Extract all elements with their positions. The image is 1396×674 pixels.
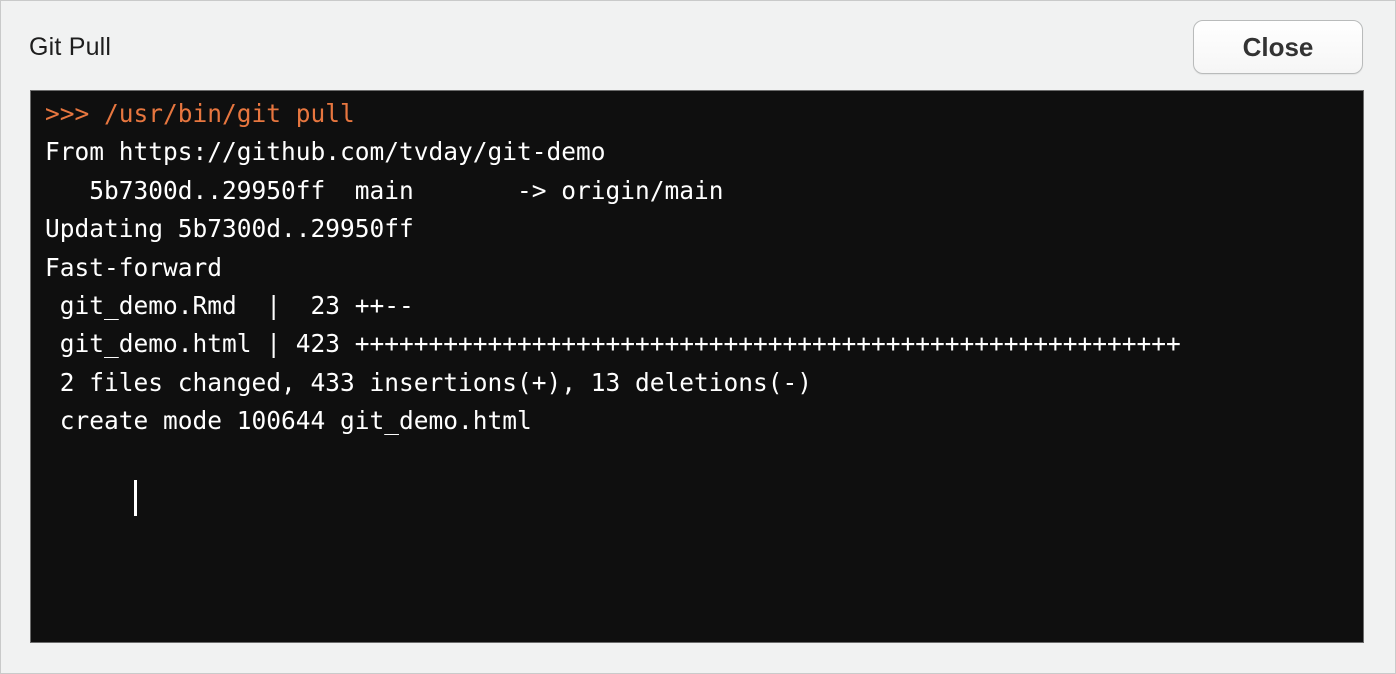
output-line-create-mode: create mode 100644 git_demo.html [45, 406, 532, 436]
command-line: >>> /usr/bin/git pull [45, 99, 355, 128]
console-output[interactable]: >>> /usr/bin/git pull From https://githu… [30, 90, 1364, 643]
output-line-summary: 2 files changed, 433 insertions(+), 13 d… [45, 367, 813, 397]
output-line-ref-update: 5b7300d..29950ff main -> origin/main [45, 175, 724, 205]
dialog-title: Git Pull [29, 33, 112, 61]
output-line-from: From https://github.com/tvday/git-demo [45, 137, 606, 167]
output-line-html-stat: git_demo.html | 423 ++++++++++++++++++++… [45, 329, 1181, 359]
git-pull-dialog: Git Pull Close >>> /usr/bin/git pull Fro… [0, 0, 1396, 674]
cursor-line [45, 441, 1363, 516]
output-line-updating: Updating 5b7300d..29950ff [45, 214, 414, 244]
close-button[interactable]: Close [1193, 20, 1363, 74]
output-line-rmd-stat: git_demo.Rmd | 23 ++-- [45, 290, 414, 320]
output-line-fast-forward: Fast-forward [45, 252, 223, 282]
text-cursor [133, 479, 137, 516]
